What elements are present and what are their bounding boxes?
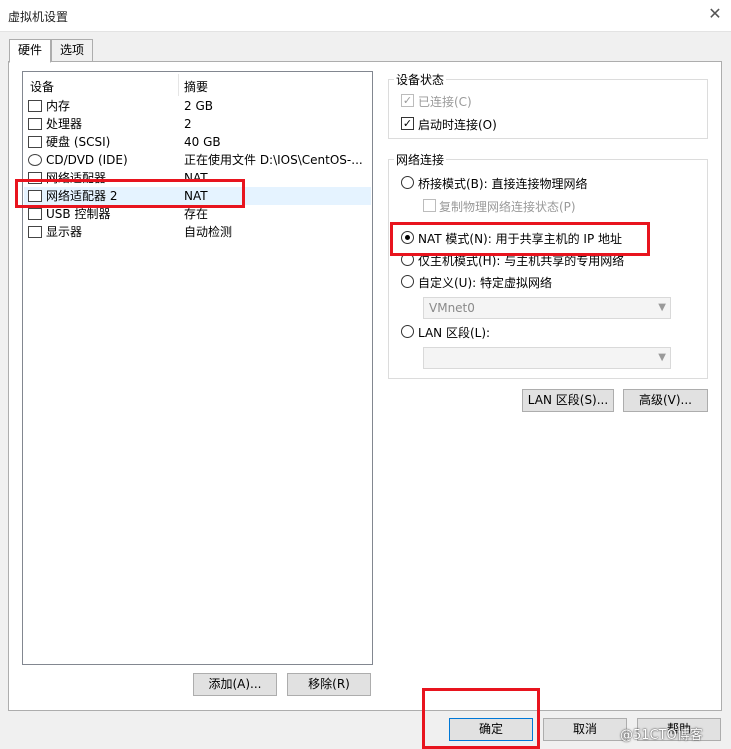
disk-icon <box>28 136 42 148</box>
network-connection-group <box>388 159 708 379</box>
connected-checkbox[interactable]: ✓ <box>401 94 414 107</box>
usb-icon <box>28 208 42 220</box>
window-title: 虚拟机设置 <box>8 10 69 24</box>
device-name: 内存 <box>46 99 71 113</box>
memory-icon <box>28 100 42 112</box>
device-row-display[interactable]: 显示器 自动检测 <box>24 223 371 241</box>
remove-device-button[interactable]: 移除(R) <box>287 673 371 696</box>
connect-on-start-checkbox[interactable]: ✓ <box>401 117 414 130</box>
custom-radio[interactable] <box>401 275 414 288</box>
bridged-label: 桥接模式(B): 直接连接物理网络 <box>418 177 588 191</box>
tab-options[interactable]: 选项 <box>51 39 94 62</box>
custom-label: 自定义(U): 特定虚拟网络 <box>418 276 553 290</box>
custom-network-select[interactable]: VMnet0 ▼ <box>423 297 671 319</box>
advanced-button[interactable]: 高级(V)... <box>623 389 708 412</box>
chevron-down-icon: ▼ <box>658 352 666 363</box>
device-summary: 2 <box>184 117 192 131</box>
device-name: 处理器 <box>46 117 83 131</box>
device-summary: 2 GB <box>184 99 213 113</box>
lan-segment-radio[interactable] <box>401 325 414 338</box>
replicate-state-label: 复制物理网络连接状态(P) <box>439 200 576 214</box>
lan-segment-label: LAN 区段(L): <box>418 326 491 340</box>
device-summary: 40 GB <box>184 135 221 149</box>
replicate-state-checkbox[interactable] <box>423 199 436 212</box>
device-row-memory[interactable]: 内存 2 GB <box>24 97 371 115</box>
device-name: CD/DVD (IDE) <box>46 153 128 167</box>
connect-on-start-label: 启动时连接(O) <box>418 118 497 132</box>
chevron-down-icon: ▼ <box>658 302 666 313</box>
device-row-disk[interactable]: 硬盘 (SCSI) 40 GB <box>24 133 371 151</box>
display-icon <box>28 226 42 238</box>
lan-segments-button[interactable]: LAN 区段(S)... <box>522 389 614 412</box>
add-device-button[interactable]: 添加(A)... <box>193 673 277 696</box>
device-status-title: 设备状态 <box>394 71 447 88</box>
highlight-selected-adapter <box>15 179 245 208</box>
close-icon[interactable]: ✕ <box>706 5 724 23</box>
cancel-button[interactable]: 取消 <box>543 718 627 741</box>
device-summary: 正在使用文件 D:\IOS\CentOS-... <box>184 153 363 167</box>
column-separator <box>178 74 179 96</box>
network-connection-title: 网络连接 <box>394 151 447 168</box>
highlight-ok-button <box>422 688 540 749</box>
highlight-nat-mode <box>390 222 650 256</box>
device-row-cdrom[interactable]: CD/DVD (IDE) 正在使用文件 D:\IOS\CentOS-... <box>24 151 371 169</box>
tab-hardware[interactable]: 硬件 <box>9 39 52 63</box>
device-name: 显示器 <box>46 225 83 239</box>
lan-segment-select[interactable]: ▼ <box>423 347 671 369</box>
bridged-radio[interactable] <box>401 176 414 189</box>
cpu-icon <box>28 118 42 130</box>
device-summary: 自动检测 <box>184 225 233 239</box>
custom-network-value: VMnet0 <box>429 301 475 315</box>
connected-label: 已连接(C) <box>418 95 472 109</box>
column-header-device[interactable]: 设备 <box>30 78 54 95</box>
column-header-summary[interactable]: 摘要 <box>184 78 208 95</box>
watermark: @51CTO博客 <box>620 728 703 743</box>
cd-icon <box>28 154 42 166</box>
device-row-cpu[interactable]: 处理器 2 <box>24 115 371 133</box>
device-name: 硬盘 (SCSI) <box>46 135 111 149</box>
